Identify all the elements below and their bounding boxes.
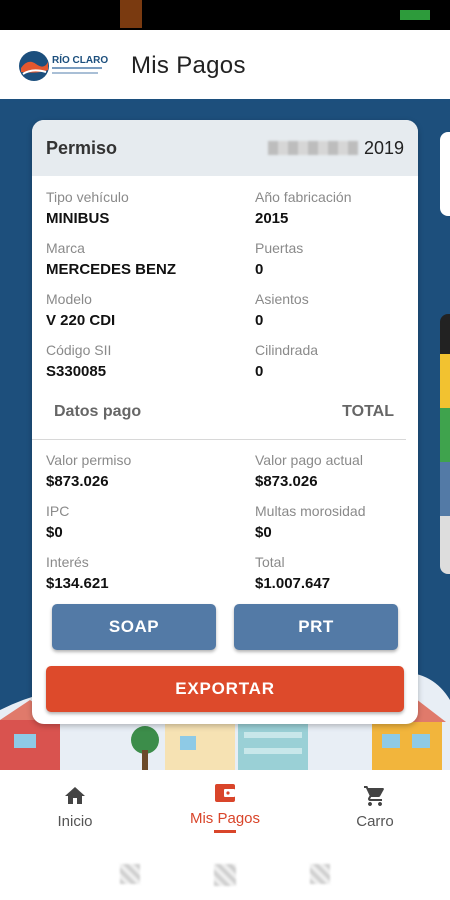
field-label: Año fabricación — [255, 189, 352, 205]
field-label: Total — [255, 554, 285, 570]
home-icon — [62, 783, 88, 809]
permit-plate-year: 2019 — [267, 137, 404, 159]
field-tipo-vehiculo: Tipo vehículo MINIBUS — [46, 180, 255, 231]
prt-button[interactable]: PRT — [234, 604, 398, 650]
nav-label-mis-pagos: Mis Pagos — [189, 809, 261, 827]
payment-section-header: Datos pago TOTAL — [32, 384, 406, 440]
recent-apps-button[interactable] — [120, 864, 140, 884]
permit-card: Permiso 2019 Tipo vehículo MINIBUS Año f… — [32, 120, 418, 724]
field-label: Multas morosidad — [255, 503, 366, 519]
field-label: Asientos — [255, 291, 309, 307]
field-puertas: Puertas 0 — [255, 231, 404, 282]
field-asientos: Asientos 0 — [255, 282, 404, 333]
field-label: IPC — [46, 503, 70, 519]
field-value: $0 — [46, 524, 63, 541]
cart-icon — [362, 783, 388, 809]
payment-section-total-label: TOTAL — [342, 402, 394, 420]
field-value: MINIBUS — [46, 210, 110, 227]
soap-button[interactable]: SOAP — [52, 604, 216, 650]
next-card-colored-peek[interactable] — [440, 314, 450, 574]
nav-item-carro[interactable]: Carro — [300, 770, 450, 842]
field-label: Puertas — [255, 240, 304, 256]
field-interes: Interés $134.621 — [46, 545, 255, 596]
field-valor-permiso: Valor permiso $873.026 — [46, 443, 255, 494]
field-value: $1.007.647 — [255, 575, 331, 592]
active-indicator — [214, 829, 236, 833]
field-value: S330085 — [46, 363, 107, 380]
battery-icon — [400, 10, 430, 20]
field-codigo-sii: Código SII S330085 — [46, 333, 255, 384]
field-ipc: IPC $0 — [46, 494, 255, 545]
rio-claro-logo: RÍO CLARO — [19, 51, 108, 81]
permit-title: Permiso — [46, 137, 118, 158]
field-label: Interés — [46, 554, 89, 570]
nav-label-inicio: Inicio — [57, 812, 93, 830]
field-label: Valor pago actual — [255, 452, 363, 468]
field-value: 0 — [255, 312, 264, 329]
field-value: V 220 CDI — [46, 312, 116, 329]
bottom-navigation: Inicio Mis Pagos Carro — [0, 770, 450, 842]
field-label: Modelo — [46, 291, 92, 307]
field-value: 2015 — [255, 210, 289, 227]
vehicle-details: Tipo vehículo MINIBUS Año fabricación 20… — [32, 176, 418, 384]
field-label: Código SII — [46, 342, 112, 358]
field-multas-morosidad: Multas morosidad $0 — [255, 494, 404, 545]
status-bar — [0, 0, 450, 30]
nav-item-inicio[interactable]: Inicio — [0, 770, 150, 842]
nav-label-carro: Carro — [356, 812, 394, 830]
next-card-peek[interactable] — [440, 132, 450, 216]
home-button[interactable] — [214, 864, 236, 886]
field-value: $134.621 — [46, 575, 109, 592]
back-button[interactable] — [310, 864, 330, 884]
field-valor-pago-actual: Valor pago actual $873.026 — [255, 443, 404, 494]
field-cilindrada: Cilindrada 0 — [255, 333, 404, 384]
notification-icon — [120, 0, 142, 28]
field-total: Total $1.007.647 — [255, 545, 404, 596]
main-content: Permiso 2019 Tipo vehículo MINIBUS Año f… — [0, 102, 450, 770]
payment-section-label: Datos pago — [54, 402, 142, 420]
field-label: Tipo vehículo — [46, 189, 129, 205]
wallet-icon — [212, 780, 238, 806]
system-navigation-bar — [0, 842, 450, 900]
field-label: Valor permiso — [46, 452, 132, 468]
permit-year: 2019 — [363, 137, 404, 158]
field-value: 0 — [255, 261, 264, 278]
redacted-plate — [267, 141, 358, 155]
field-value: 0 — [255, 363, 264, 380]
field-value: $873.026 — [46, 473, 109, 490]
field-modelo: Modelo V 220 CDI — [46, 282, 255, 333]
app-bar: RÍO CLARO Mis Pagos — [0, 30, 450, 102]
field-value: $873.026 — [255, 473, 318, 490]
field-ano-fabricacion: Año fabricación 2015 — [255, 180, 404, 231]
field-value: $0 — [255, 524, 272, 541]
document-buttons: SOAP PRT — [32, 604, 418, 650]
field-label: Marca — [46, 240, 85, 256]
export-button[interactable]: EXPORTAR — [46, 666, 404, 712]
page-title: Mis Pagos — [131, 52, 246, 79]
payment-details: Valor permiso $873.026 Valor pago actual… — [32, 440, 418, 596]
nav-item-mis-pagos[interactable]: Mis Pagos — [150, 770, 300, 842]
permit-card-header: Permiso 2019 — [32, 120, 418, 176]
field-value: MERCEDES BENZ — [46, 261, 177, 278]
logo-text: RÍO CLARO — [52, 53, 108, 66]
field-label: Cilindrada — [255, 342, 319, 358]
field-marca: Marca MERCEDES BENZ — [46, 231, 255, 282]
